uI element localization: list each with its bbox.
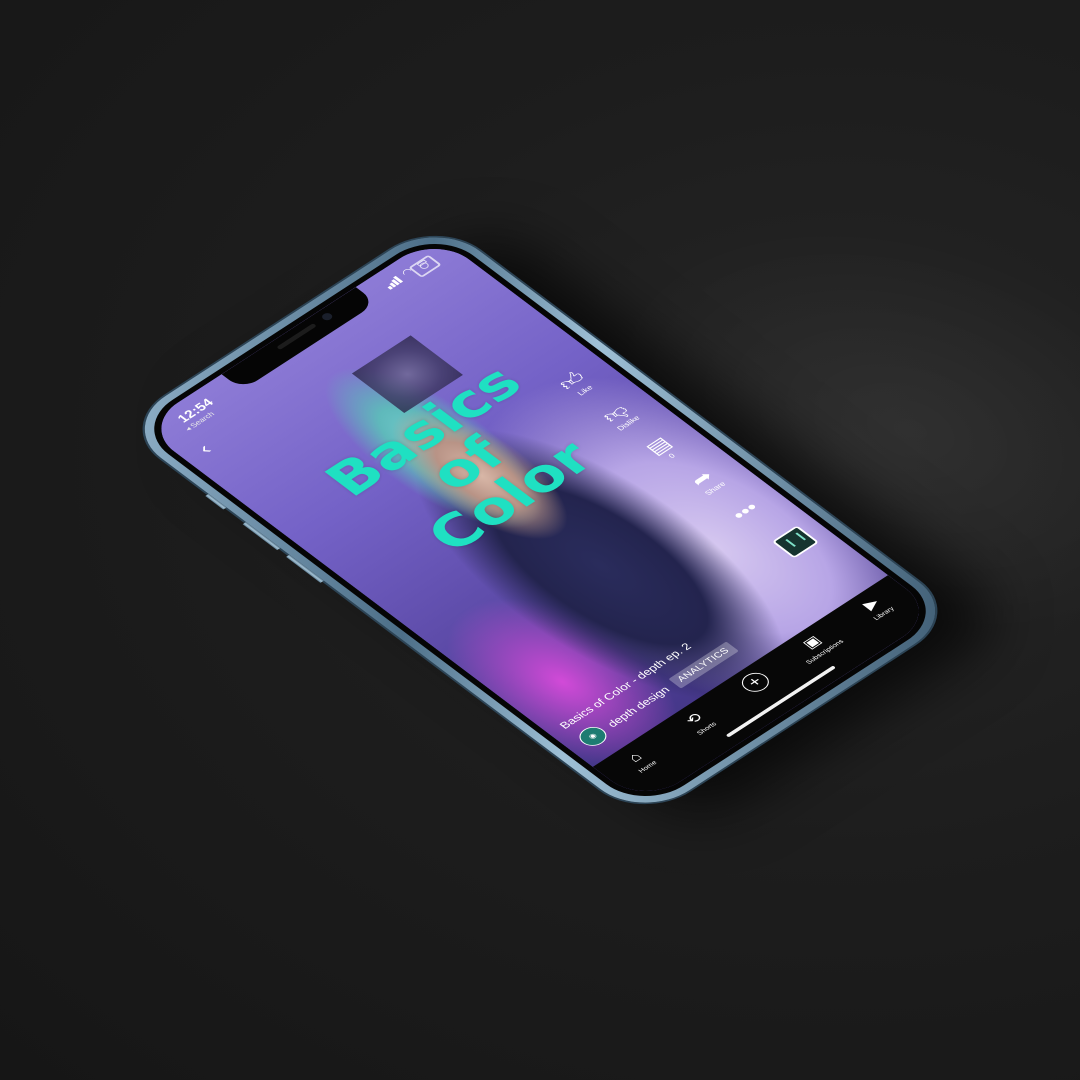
plus-icon: +	[736, 669, 775, 696]
signal-icon	[381, 274, 403, 290]
back-chevron-icon[interactable]: ‹	[192, 440, 217, 458]
front-camera	[320, 311, 335, 322]
scene: 12:54 ◂ Search ◠ ▭ ‹ Basics of Color 👍︎ …	[0, 0, 1080, 1080]
